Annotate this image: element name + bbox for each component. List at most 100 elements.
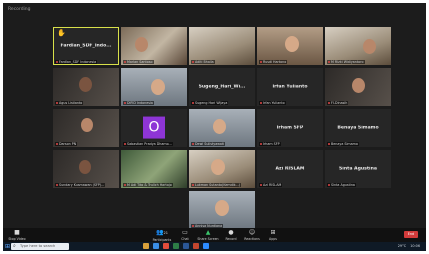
reactions-icon: ☺ (248, 229, 256, 236)
avatar: O (143, 116, 165, 139)
participant-face (285, 36, 299, 52)
participant-label: Dewi Sulistyawati (191, 142, 226, 146)
mic-muted-icon (192, 61, 194, 63)
participant-tile[interactable]: M Rizki Widiyantoro (325, 27, 391, 65)
record-button[interactable]: ● Record (221, 229, 241, 241)
reactions-button[interactable]: ☺ Reactions (242, 229, 262, 241)
mic-muted-icon (328, 61, 330, 63)
participant-name: Sugeng_Hari_Wi... (198, 84, 246, 90)
participant-tile[interactable]: Sinta Agustina Sinta Agustina (325, 150, 391, 188)
stop-video-button[interactable]: ■ Stop Video (7, 229, 27, 241)
share-screen-icon: ▲ (205, 229, 211, 236)
mic-muted-icon (124, 102, 126, 104)
participant-label: Sundary Kusmawan (SFP)... (55, 183, 106, 187)
windows-start-icon[interactable]: ⊞ (5, 243, 10, 250)
zoom-meeting-window: Recording ✋ Fardlan_SDF_Indo... Fardlan_… (3, 3, 426, 251)
participant-name: Irham SFP (276, 125, 304, 131)
participant-tile[interactable]: M Adi Tito & Trulich Hartojo (121, 150, 187, 188)
os-taskbar: ⊞ ⌕ Type here to search 29°C 10:06 (3, 242, 426, 251)
participant-tile[interactable]: Dewi Sulistyawati (189, 109, 255, 147)
participant-tile[interactable]: FI-Dinasih (325, 68, 391, 106)
mic-muted-icon (260, 61, 262, 63)
participant-label: Marlan Santoso (123, 60, 154, 64)
participant-face (213, 119, 226, 134)
participant-label: Rusdi Hartono (259, 60, 288, 64)
participant-label: M Rizki Widiyantoro (327, 60, 365, 64)
participant-label: FI-Dinasih (327, 101, 349, 105)
record-icon: ● (228, 229, 234, 236)
participant-tile[interactable]: O Sabastian Pradya Dhamo... (121, 109, 187, 147)
chat-button[interactable]: ▭ Chat (175, 229, 195, 241)
participant-label: Sabastian Pradya Dhamo... (123, 142, 173, 146)
word-icon[interactable] (183, 243, 189, 249)
mic-muted-icon (124, 61, 126, 63)
system-tray: 29°C 10:06 (395, 242, 420, 251)
mic-muted-icon (260, 102, 262, 104)
file-explorer-icon[interactable] (143, 243, 149, 249)
participant-face (79, 160, 91, 174)
recording-indicator: Recording (8, 7, 31, 12)
video-camera-icon: ■ (14, 229, 20, 236)
raised-hand-icon: ✋ (57, 29, 66, 37)
gallery-grid: ✋ Fardlan_SDF_Indo... Fardlan_SDF Indone… (53, 27, 393, 229)
taskbar-search-input[interactable]: ⌕ Type here to search (11, 243, 69, 250)
weather-readout: 29°C (397, 244, 407, 248)
mic-muted-icon (328, 143, 330, 145)
participant-label: Azi RISLAM (259, 183, 283, 187)
participants-icon: 👥21 (156, 229, 168, 236)
participant-face (79, 77, 92, 92)
mic-muted-icon (56, 143, 58, 145)
mic-muted-icon (328, 102, 330, 104)
participant-tile[interactable]: DIFID Indonesia (121, 68, 187, 106)
mic-muted-icon (260, 143, 262, 145)
search-icon: ⌕ (13, 243, 16, 249)
participant-label: Fardlan_SDF Indonesia (55, 60, 98, 64)
participant-face (352, 78, 365, 93)
participant-name: Irfan Yulianto (272, 84, 308, 90)
mic-muted-icon (328, 184, 330, 186)
participant-tile[interactable]: Annisa Nurdiana (189, 191, 255, 229)
participants-button[interactable]: 👥21 Participants (149, 229, 175, 242)
clock: 10:06 (410, 244, 420, 248)
participant-face (135, 37, 148, 52)
participant-label: Lukman Sutanto(Kemdik...) (191, 183, 241, 187)
participant-tile[interactable]: Lukman Sutanto(Kemdik...) (189, 150, 255, 188)
mic-muted-icon (56, 102, 58, 104)
zoom-icon[interactable] (203, 243, 209, 249)
excel-icon[interactable] (173, 243, 179, 249)
meeting-toolbar: ■ Stop Video 👥21 Participants ▭ Chat ▲ S… (3, 228, 426, 242)
participant-label: Agus Listianto (55, 101, 84, 105)
participant-tile[interactable]: Agus Listianto (53, 68, 119, 106)
end-meeting-button[interactable]: End (404, 231, 418, 238)
participant-face (215, 200, 229, 216)
participant-tile[interactable]: Sugeng_Hari_Wi... Sugeng Hari Wijaya (189, 68, 255, 106)
mic-muted-icon (192, 184, 194, 186)
apps-button[interactable]: ⊞ Apps (263, 229, 283, 241)
participant-label: Sinta Agustina (327, 183, 356, 187)
participant-tile[interactable]: Marlan Santoso (121, 27, 187, 65)
participant-tile[interactable]: Irfan Yulianto Irfan Yulianto (257, 68, 323, 106)
participant-label: Aditi Bhalla (191, 60, 215, 64)
participant-tile[interactable]: Rusdi Hartono (257, 27, 323, 65)
participant-tile[interactable]: Irham SFP Irham SFP (257, 109, 323, 147)
participant-face (211, 159, 225, 175)
participant-face (363, 39, 376, 54)
participant-tile[interactable]: Benaya Simamo Benaya Simamo (325, 109, 391, 147)
participant-tile[interactable]: ✋ Fardlan_SDF_Indo... Fardlan_SDF Indone… (53, 27, 119, 65)
participant-tile[interactable]: Sundary Kusmawan (SFP)... (53, 150, 119, 188)
apps-icon: ⊞ (270, 229, 276, 236)
chrome-icon[interactable] (163, 243, 169, 249)
mic-muted-icon (56, 184, 58, 186)
participant-face (151, 79, 165, 95)
participant-tile[interactable]: Darson PN (53, 109, 119, 147)
share-screen-button[interactable]: ▲ Share Screen (196, 229, 220, 241)
edge-browser-icon[interactable] (153, 243, 159, 249)
participant-name: Azi RISLAM (275, 166, 305, 172)
powerpoint-icon[interactable] (193, 243, 199, 249)
participant-label: Irham SFP (259, 142, 281, 146)
participant-tile[interactable]: Azi RISLAM Azi RISLAM (257, 150, 323, 188)
participant-tile[interactable]: Aditi Bhalla (189, 27, 255, 65)
participant-label: Irfan Yulianto (259, 101, 286, 105)
participant-label: Darson PN (55, 142, 78, 146)
participant-name: Benaya Simamo (337, 125, 379, 131)
